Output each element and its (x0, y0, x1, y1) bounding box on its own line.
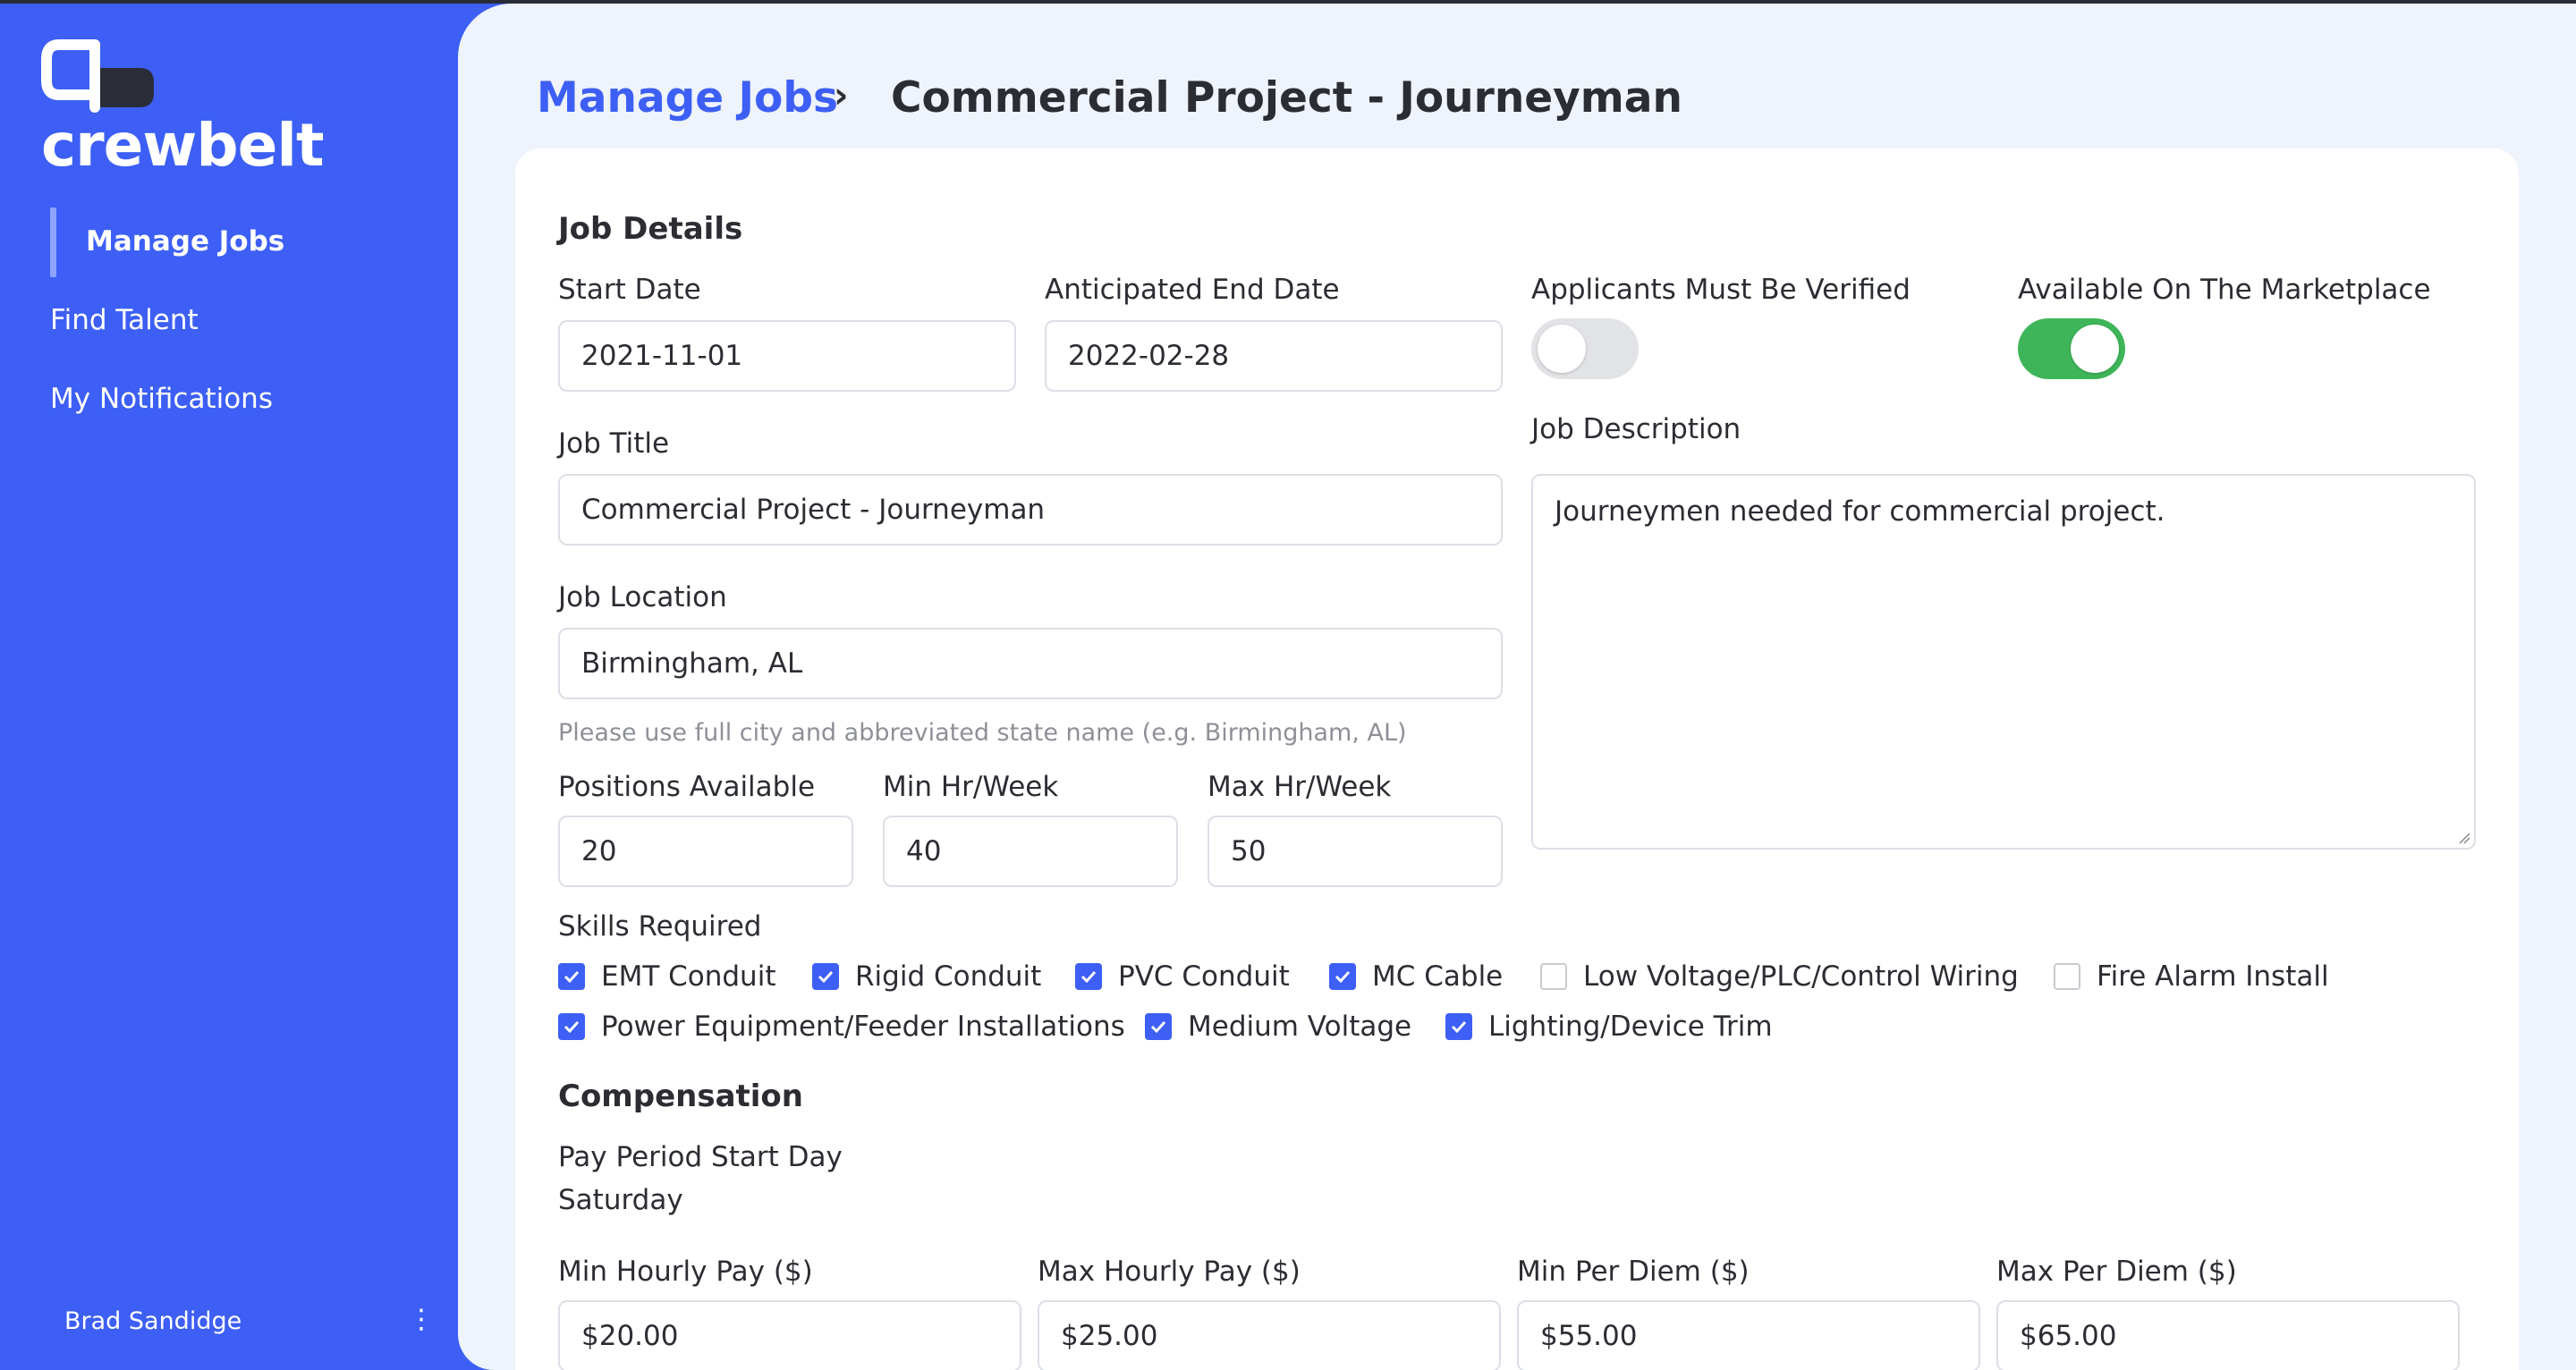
skill-checkbox-rigid-conduit[interactable]: Rigid Conduit (812, 960, 1041, 993)
checkbox-checked-icon (558, 1013, 585, 1040)
sidebar-item-find-talent[interactable]: Find Talent (50, 304, 199, 336)
job-location-hint: Please use full city and abbreviated sta… (558, 719, 1407, 747)
job-description-label: Job Description (1531, 413, 1741, 445)
skill-label: Medium Voltage (1188, 1011, 1412, 1043)
min-per-diem-label: Min Per Diem ($) (1517, 1256, 1750, 1288)
min-hourly-field[interactable]: $20.00 (558, 1300, 1021, 1370)
skill-checkbox-mc-cable[interactable]: MC Cable (1329, 960, 1503, 993)
marketplace-toggle[interactable] (2018, 318, 2125, 379)
sidebar: crewbelt Manage Jobs Find Talent My Noti… (0, 4, 458, 1370)
skill-checkbox-emt-conduit[interactable]: EMT Conduit (558, 960, 775, 993)
active-nav-indicator (50, 207, 56, 277)
min-hours-label: Min Hr/Week (883, 771, 1059, 803)
job-location-label: Job Location (558, 581, 727, 613)
resize-handle-icon[interactable] (2458, 832, 2470, 844)
job-location-field[interactable]: Birmingham, AL (558, 628, 1503, 699)
skill-checkbox-fire-alarm[interactable]: Fire Alarm Install (2054, 960, 2329, 993)
job-description-field[interactable]: Journeymen needed for commercial project… (1531, 474, 2476, 850)
min-per-diem-field[interactable]: $55.00 (1517, 1300, 1980, 1370)
job-details-heading: Job Details (558, 211, 743, 247)
toggle-knob (2071, 325, 2119, 373)
job-title-label: Job Title (558, 427, 670, 460)
applicants-verified-label: Applicants Must Be Verified (1531, 274, 1911, 306)
marketplace-label: Available On The Marketplace (2018, 274, 2431, 306)
app-logo-text: crewbelt (41, 111, 325, 180)
skill-label: MC Cable (1372, 960, 1504, 993)
max-per-diem-field[interactable]: $65.00 (1996, 1300, 2460, 1370)
max-hourly-field[interactable]: $25.00 (1038, 1300, 1501, 1370)
skill-checkbox-medium-voltage[interactable]: Medium Voltage (1145, 1011, 1411, 1043)
checkbox-checked-icon (1329, 963, 1356, 990)
job-description-text: Journeymen needed for commercial project… (1555, 495, 2165, 528)
checkbox-checked-icon (1145, 1013, 1172, 1040)
more-vertical-icon[interactable]: ⋮ (408, 1302, 435, 1338)
checkbox-checked-icon (558, 963, 585, 990)
chevron-right-icon: › (834, 75, 849, 116)
skill-label: PVC Conduit (1118, 960, 1290, 993)
end-date-label: Anticipated End Date (1045, 274, 1340, 306)
checkbox-unchecked-icon (2054, 963, 2080, 990)
sidebar-item-my-notifications[interactable]: My Notifications (50, 383, 273, 415)
skill-checkbox-pvc-conduit[interactable]: PVC Conduit (1075, 960, 1290, 993)
compensation-heading: Compensation (558, 1078, 803, 1114)
min-hours-field[interactable]: 40 (883, 816, 1178, 887)
skill-label: Power Equipment/Feeder Installations (601, 1011, 1125, 1043)
main-content: Manage Jobs › Commercial Project - Journ… (458, 4, 2576, 1370)
skill-label: Low Voltage/PLC/Control Wiring (1583, 960, 2019, 993)
start-date-label: Start Date (558, 274, 701, 306)
page-title: Commercial Project - Journeyman (891, 73, 1682, 123)
skill-label: Rigid Conduit (855, 960, 1042, 993)
applicants-verified-toggle[interactable] (1531, 318, 1639, 379)
skills-label: Skills Required (558, 910, 762, 943)
checkbox-checked-icon (1075, 963, 1102, 990)
pay-period-value: Saturday (558, 1184, 683, 1216)
max-per-diem-label: Max Per Diem ($) (1996, 1256, 2237, 1288)
positions-field[interactable]: 20 (558, 816, 853, 887)
job-title-field[interactable]: Commercial Project - Journeyman (558, 474, 1503, 545)
breadcrumb-manage-jobs[interactable]: Manage Jobs (537, 73, 838, 123)
positions-label: Positions Available (558, 771, 816, 803)
toggle-knob (1538, 325, 1586, 373)
skill-checkbox-low-voltage[interactable]: Low Voltage/PLC/Control Wiring (1540, 960, 2019, 993)
skill-checkbox-power-equipment[interactable]: Power Equipment/Feeder Installations (558, 1011, 1125, 1043)
checkbox-checked-icon (812, 963, 839, 990)
skill-checkbox-lighting-device-trim[interactable]: Lighting/Device Trim (1445, 1011, 1773, 1043)
sidebar-item-manage-jobs[interactable]: Manage Jobs (86, 225, 284, 258)
min-hourly-label: Min Hourly Pay ($) (558, 1256, 813, 1288)
job-form-card: Job Details Start Date 2021-11-01 Antici… (515, 148, 2519, 1370)
pay-period-label: Pay Period Start Day (558, 1141, 843, 1173)
skill-label: Lighting/Device Trim (1488, 1011, 1773, 1043)
checkbox-checked-icon (1445, 1013, 1472, 1040)
max-hourly-label: Max Hourly Pay ($) (1038, 1256, 1301, 1288)
user-name[interactable]: Brad Sandidge (64, 1307, 242, 1335)
end-date-field[interactable]: 2022-02-28 (1045, 320, 1503, 392)
skill-label: EMT Conduit (601, 960, 776, 993)
max-hours-field[interactable]: 50 (1208, 816, 1503, 887)
skill-label: Fire Alarm Install (2097, 960, 2329, 993)
max-hours-label: Max Hr/Week (1208, 771, 1392, 803)
checkbox-unchecked-icon (1540, 963, 1567, 990)
start-date-field[interactable]: 2021-11-01 (558, 320, 1016, 392)
